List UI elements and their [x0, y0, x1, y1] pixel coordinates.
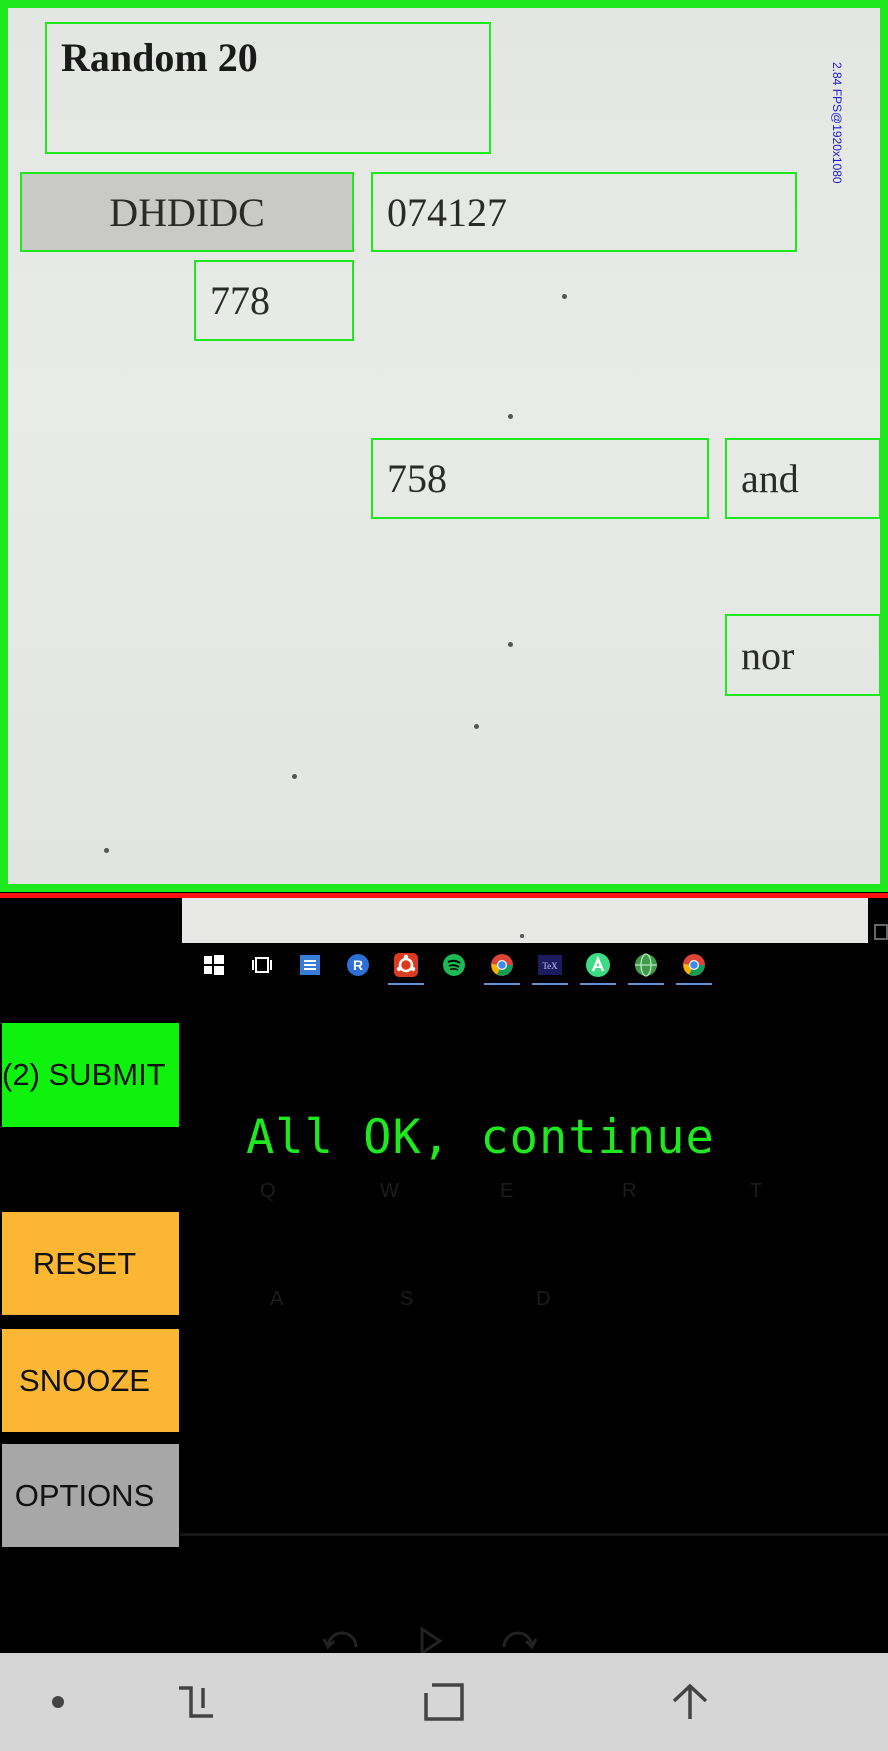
reset-button[interactable]: RESET	[2, 1212, 179, 1315]
detection-field-2: 778	[194, 260, 354, 341]
speck	[104, 848, 109, 853]
fps-readout: 2.84 FPS@1920x1080	[830, 62, 844, 184]
nav-back-button[interactable]	[660, 1653, 720, 1751]
nav-dot-button[interactable]	[38, 1653, 78, 1751]
reflection-line	[180, 1533, 888, 1536]
speck	[508, 642, 513, 647]
options-button[interactable]: OPTIONS	[2, 1444, 179, 1547]
home-icon	[424, 1683, 464, 1721]
task-view-icon	[238, 945, 286, 985]
detection-field-3: 758	[371, 438, 709, 519]
speck	[474, 724, 479, 729]
detection-field-1: 074127	[371, 172, 797, 252]
camera-preview: Random 20 DHDIDC 074127 778 758 and nor …	[0, 0, 888, 892]
reflection: A	[270, 1288, 284, 1310]
windows-icon	[190, 945, 238, 985]
speck	[508, 414, 513, 419]
svg-text:TeX: TeX	[542, 961, 558, 971]
submit-button[interactable]: (2) SUBMIT	[2, 1023, 179, 1127]
nav-home-button[interactable]	[414, 1653, 474, 1751]
chrome-icon	[478, 945, 526, 985]
chrome-icon	[670, 945, 718, 985]
dot-icon	[52, 1696, 64, 1708]
file-manager-icon	[286, 945, 334, 985]
reflection: R	[622, 1180, 637, 1202]
android-studio-icon	[574, 945, 622, 985]
snooze-button[interactable]: SNOOZE	[2, 1329, 179, 1432]
tex-icon: TeX	[526, 945, 574, 985]
detection-title: Random 20	[45, 22, 491, 154]
speck	[292, 774, 297, 779]
window-edge	[874, 924, 888, 940]
globe-app-icon	[622, 945, 670, 985]
ubuntu-icon	[382, 945, 430, 985]
detection-button-label: DHDIDC	[20, 172, 354, 252]
detection-word-2: nor	[725, 614, 881, 696]
camera-strip	[182, 898, 868, 943]
reflection: E	[500, 1180, 514, 1202]
spotify-icon	[430, 945, 478, 985]
captured-taskbar: R TeX	[190, 945, 718, 985]
app-screen: Random 20 DHDIDC 074127 778 758 and nor …	[0, 0, 888, 1751]
r-app-icon: R	[334, 945, 382, 985]
nav-recents-button[interactable]	[166, 1653, 226, 1751]
reflection: D	[536, 1288, 551, 1310]
status-message: All OK, continue	[246, 1110, 715, 1165]
speck	[520, 934, 524, 938]
system-navigation-bar	[0, 1653, 888, 1751]
arrow-up-icon	[672, 1683, 708, 1719]
speck	[562, 294, 567, 299]
recent-apps-icon	[179, 1686, 213, 1718]
detection-word-1: and	[725, 438, 881, 519]
reflection: S	[400, 1288, 414, 1310]
reflection: W	[380, 1180, 399, 1202]
reflection: Q	[260, 1180, 276, 1202]
svg-text:R: R	[353, 957, 363, 973]
reflection: T	[750, 1180, 763, 1202]
